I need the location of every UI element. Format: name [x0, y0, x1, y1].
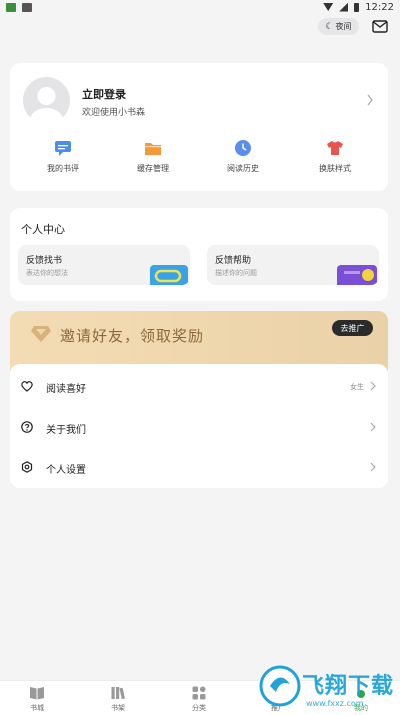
shirt-icon: [327, 141, 343, 155]
quick-link-label: 我的书评: [47, 164, 79, 173]
settings-icon: [21, 461, 33, 473]
menu-item-reading-preference[interactable]: 阅读喜好 女生: [10, 366, 388, 406]
profile-card: 立即登录 欢迎使用小书森 我的书评 缓存管理 阅读历史 换肤样式: [10, 63, 388, 191]
chevron-right-icon: [370, 462, 376, 472]
heart-icon: [21, 381, 33, 392]
menu-item-about-us[interactable]: 关于我们: [10, 407, 388, 447]
sub-card-desc: 表达你的想法: [26, 269, 68, 277]
chevron-right-icon: [370, 381, 376, 391]
chevron-right-icon[interactable]: [366, 94, 374, 106]
nav-label: 分类: [192, 704, 206, 712]
quick-link-cache[interactable]: 缓存管理: [118, 139, 188, 174]
feedback-help-card[interactable]: 反馈帮助 描述你的问题: [207, 245, 379, 285]
bookshelf-icon: [111, 687, 125, 700]
help-icon: [21, 421, 33, 433]
invite-banner[interactable]: 邀请好友，领取奖励 去推广: [10, 311, 388, 371]
quick-link-reviews[interactable]: 我的书评: [28, 139, 98, 174]
quick-link-label: 缓存管理: [137, 164, 169, 173]
quick-link-label: 阅读历史: [227, 164, 259, 173]
watermark-url: www.fxxz.com: [306, 699, 364, 708]
book-open-icon: [30, 687, 44, 700]
nav-label: 书架: [111, 704, 125, 712]
chevron-right-icon: [370, 422, 376, 432]
diamond-icon: [31, 326, 51, 342]
book-search-icon: [150, 265, 188, 285]
nav-label: 推广: [271, 704, 285, 712]
battery-icon: [354, 2, 360, 12]
status-time: 12:22: [365, 1, 394, 13]
menu-item-label: 关于我们: [46, 425, 86, 436]
notification-icon: [6, 2, 16, 12]
help-book-icon: [337, 265, 377, 285]
menu-item-settings[interactable]: 个人设置: [10, 447, 388, 487]
sub-card-desc: 描述你的问题: [215, 269, 257, 277]
comment-icon: [55, 141, 71, 156]
feedback-find-book-card[interactable]: 反馈找书 表达你的想法: [18, 245, 190, 285]
menu-item-label: 阅读喜好: [46, 384, 86, 395]
avatar-placeholder-icon: [29, 87, 64, 124]
wifi-icon: [323, 3, 334, 11]
avatar[interactable]: [23, 77, 70, 124]
menu-item-label: 个人设置: [46, 465, 86, 476]
promote-button[interactable]: 去推广: [332, 320, 373, 336]
quick-link-label: 换肤样式: [319, 164, 351, 173]
mail-icon[interactable]: [372, 20, 388, 33]
quick-link-history[interactable]: 阅读历史: [208, 139, 278, 174]
watermark-text: 飞翔下载: [302, 674, 395, 699]
status-left: [6, 2, 32, 12]
invite-text: 邀请好友，领取奖励: [60, 327, 205, 345]
nav-item-bookstore[interactable]: 书城: [7, 685, 67, 713]
sub-card-title: 反馈找书: [26, 256, 63, 266]
login-title[interactable]: 立即登录: [82, 86, 126, 102]
sub-card-title: 反馈帮助: [215, 256, 252, 266]
quick-link-skin[interactable]: 换肤样式: [300, 139, 370, 174]
grid-icon: [192, 686, 206, 700]
nav-item-bookshelf[interactable]: 书架: [88, 685, 148, 713]
moon-icon: ☾: [325, 21, 334, 32]
nav-item-category[interactable]: 分类: [169, 685, 229, 713]
personal-center-card: 个人中心 反馈找书 表达你的想法 反馈帮助 描述你的问题: [10, 208, 388, 301]
app-notification-icon: [22, 2, 32, 12]
clock-icon: [235, 140, 251, 156]
menu-item-value: 女生: [350, 383, 364, 391]
night-mode-label: 夜间: [335, 22, 352, 31]
night-mode-toggle[interactable]: ☾ 夜间: [318, 18, 359, 35]
promote-icon: [271, 686, 285, 700]
folder-icon: [145, 143, 161, 155]
status-bar: 12:22: [0, 0, 400, 14]
nav-item-promote[interactable]: 推广: [248, 685, 308, 713]
login-subtitle: 欢迎使用小书森: [82, 108, 146, 118]
menu-card: 阅读喜好 女生 关于我们 个人设置: [10, 364, 388, 488]
status-right: 12:22: [323, 2, 394, 13]
section-title: 个人中心: [21, 223, 65, 236]
signal-icon: [339, 2, 349, 12]
nav-label: 书城: [30, 704, 44, 712]
